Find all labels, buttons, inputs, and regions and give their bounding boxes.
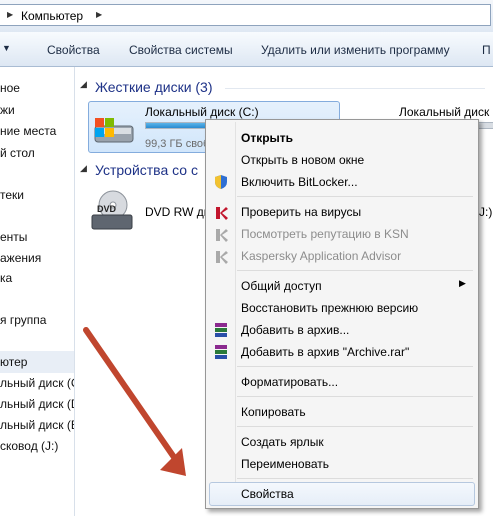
annotation-arrow-icon (83, 327, 186, 476)
